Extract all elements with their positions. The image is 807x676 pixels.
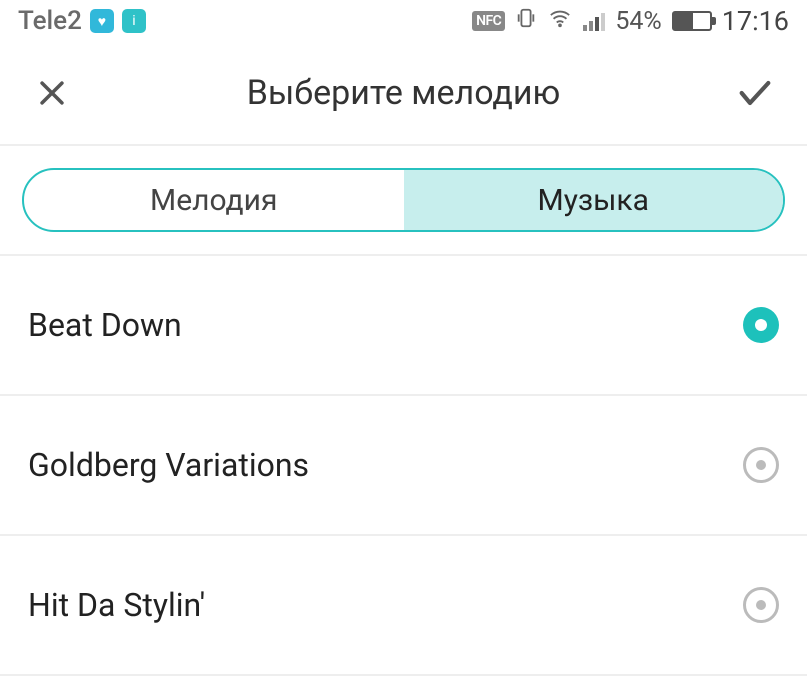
- list-item-label: Goldberg Variations: [28, 446, 309, 484]
- page-title: Выберите мелодию: [74, 73, 733, 113]
- nfc-icon: NFC: [472, 11, 505, 31]
- list-item[interactable]: Beat Down: [0, 256, 807, 396]
- status-left: Tele2 ♥ i: [18, 6, 146, 36]
- radio-selected-icon[interactable]: [743, 307, 779, 343]
- radio-unselected-icon[interactable]: [743, 447, 779, 483]
- wifi-icon: [547, 7, 573, 35]
- status-bar: Tele2 ♥ i NFC 54% 17:16: [0, 0, 807, 42]
- list-item-label: Beat Down: [28, 306, 182, 344]
- segmented-control: Мелодия Музыка: [22, 168, 785, 232]
- tabs-container: Мелодия Музыка: [0, 146, 807, 256]
- radio-unselected-icon[interactable]: [743, 587, 779, 623]
- close-button[interactable]: [30, 71, 74, 115]
- clock-time: 17:16: [722, 5, 789, 37]
- close-icon: [35, 76, 69, 110]
- list-item[interactable]: Hit Da Stylin': [0, 536, 807, 676]
- confirm-button[interactable]: [733, 71, 777, 115]
- info-badge-icon: i: [122, 9, 146, 33]
- header-bar: Выберите мелодию: [0, 42, 807, 146]
- ringtone-list: Beat Down Goldberg Variations Hit Da Sty…: [0, 256, 807, 676]
- tab-melody[interactable]: Мелодия: [24, 170, 404, 230]
- list-item-label: Hit Da Stylin': [28, 586, 205, 624]
- status-right: NFC 54% 17:16: [472, 5, 789, 37]
- vibrate-icon: [515, 7, 537, 35]
- check-icon: [735, 73, 775, 113]
- battery-percent: 54%: [615, 7, 661, 36]
- battery-icon: [672, 11, 712, 31]
- notification-badge-icon: ♥: [90, 9, 114, 33]
- carrier-label: Tele2: [18, 6, 82, 36]
- tab-music[interactable]: Музыка: [404, 170, 784, 230]
- cellular-signal-icon: [583, 11, 605, 31]
- list-item[interactable]: Goldberg Variations: [0, 396, 807, 536]
